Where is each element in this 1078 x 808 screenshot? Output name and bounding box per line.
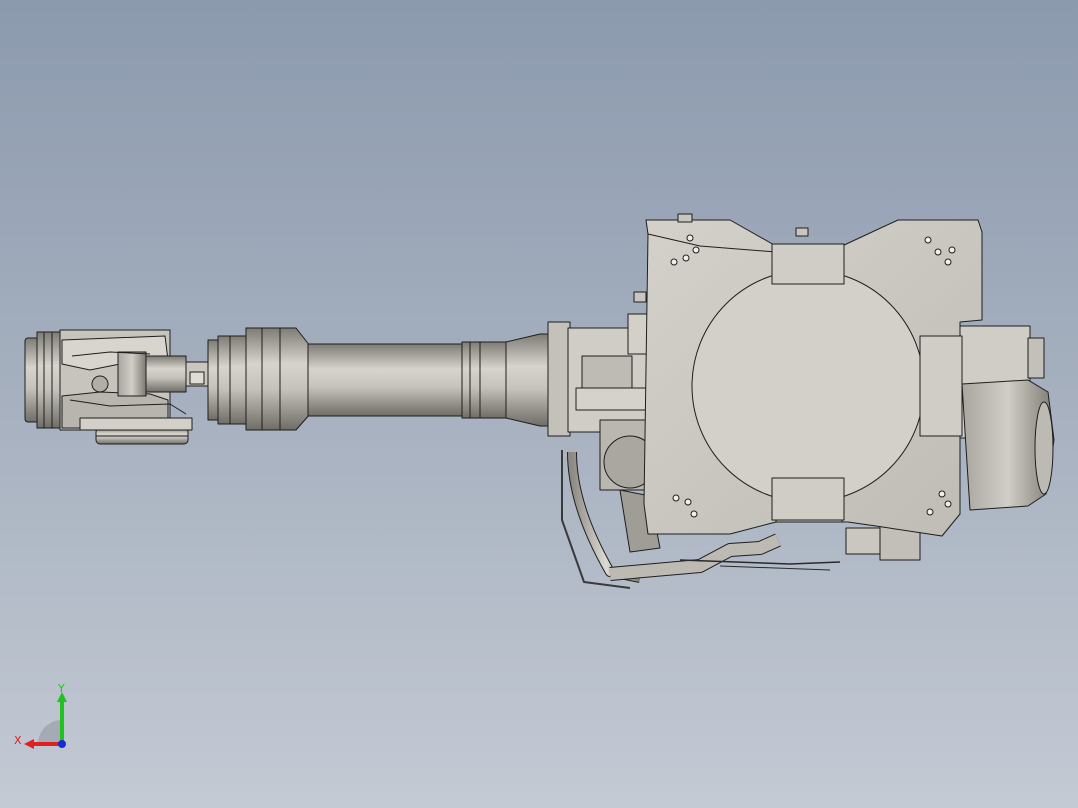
coordinate-triad: Y X	[14, 684, 67, 749]
y-axis-label: Y	[57, 684, 65, 695]
forearm-tube[interactable]	[207, 327, 553, 431]
x-axis-label: X	[14, 734, 22, 747]
triad-quadrant	[38, 720, 62, 744]
wrist-assembly[interactable]	[24, 329, 211, 445]
z-axis-dot	[58, 740, 66, 748]
robot-arm-model[interactable]	[0, 0, 1078, 808]
x-axis-head	[24, 739, 34, 749]
base-plate[interactable]	[633, 213, 983, 537]
graphics-viewport[interactable]: Y X	[0, 0, 1078, 808]
